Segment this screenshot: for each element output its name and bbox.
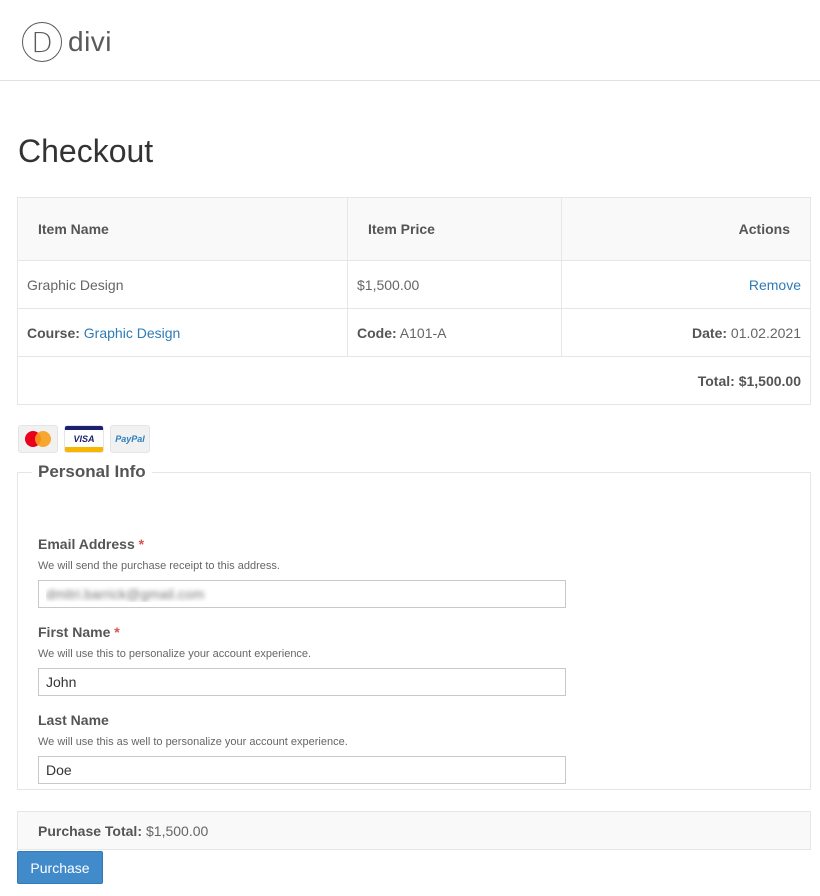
required-marker: *	[114, 624, 120, 640]
last-name-field-group: Last Name We will use this as well to pe…	[38, 712, 566, 784]
last-name-field[interactable]	[38, 756, 566, 784]
cart-meta-row: Course: Graphic Design Code: A101-A Date…	[17, 308, 811, 357]
last-name-label: Last Name	[38, 712, 109, 728]
email-label: Email Address *	[38, 536, 145, 552]
personal-info-fieldset: Personal Info Email Address * We will se…	[17, 462, 811, 790]
date-cell: Date: 01.02.2021	[561, 308, 811, 357]
cart-total-row: Total: $1,500.00	[17, 356, 811, 405]
email-field[interactable]	[38, 580, 566, 608]
code-label: Code:	[357, 324, 397, 341]
date-label: Date:	[692, 324, 728, 341]
cart-total-value: $1,500.00	[738, 372, 801, 389]
cart-table: Item Name Item Price Actions Graphic Des…	[17, 197, 811, 405]
required-marker: *	[138, 536, 145, 552]
paypal-text: PayPal	[115, 434, 145, 444]
personal-info-legend: Personal Info	[38, 462, 146, 481]
cart-total-cell: Total: $1,500.00	[17, 356, 811, 405]
logo-mark: D	[22, 22, 62, 62]
purchase-total-value: $1,500.00	[146, 822, 209, 839]
last-name-description: We will use this as well to personalize …	[38, 736, 348, 748]
payment-icons: VISA PayPal	[18, 425, 150, 453]
first-name-field-group: First Name * We will use this to persona…	[38, 624, 566, 696]
purchase-total-bar: Purchase Total: $1,500.00	[17, 811, 811, 850]
cart-total-label: Total:	[697, 372, 735, 389]
item-name: Graphic Design	[17, 260, 348, 309]
code-value: A101-A	[399, 324, 447, 341]
header-item-price: Item Price	[347, 197, 562, 261]
mastercard-icon	[18, 425, 58, 453]
course-cell: Course: Graphic Design	[17, 308, 348, 357]
actions-cell: Remove	[561, 260, 811, 309]
email-field-group: Email Address * We will send the purchas…	[38, 536, 566, 608]
header-actions: Actions	[561, 197, 811, 261]
course-link[interactable]: Graphic Design	[84, 325, 181, 341]
paypal-icon: PayPal	[110, 425, 150, 453]
purchase-button[interactable]: Purchase	[17, 851, 103, 884]
course-label: Course:	[27, 324, 80, 341]
remove-link[interactable]: Remove	[749, 277, 801, 293]
first-name-description: We will use this to personalize your acc…	[38, 648, 312, 660]
email-description: We will send the purchase receipt to thi…	[38, 560, 280, 572]
visa-icon: VISA	[64, 425, 104, 453]
divi-logo[interactable]: D divi	[22, 22, 112, 62]
page-title: Checkout	[18, 133, 154, 169]
header-item-name: Item Name	[17, 197, 348, 261]
site-header: D divi	[0, 0, 820, 81]
date-value: 01.02.2021	[730, 324, 801, 341]
first-name-label: First Name *	[38, 624, 120, 640]
cart-header-row: Item Name Item Price Actions	[17, 197, 811, 261]
code-cell: Code: A101-A	[347, 308, 562, 357]
item-price: $1,500.00	[347, 260, 562, 309]
purchase-total-label: Purchase Total:	[38, 822, 142, 839]
logo-text: divi	[68, 26, 113, 57]
first-name-field[interactable]	[38, 668, 566, 696]
cart-item-row: Graphic Design $1,500.00 Remove	[17, 260, 811, 309]
visa-text: VISA	[73, 433, 95, 444]
